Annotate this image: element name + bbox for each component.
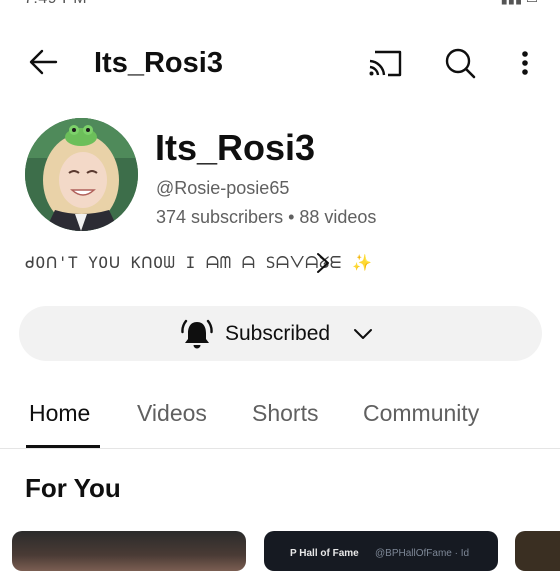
- subscribed-label[interactable]: Subscribed: [225, 322, 330, 346]
- more-vertical-icon[interactable]: [511, 46, 539, 82]
- video-card[interactable]: [515, 531, 560, 571]
- section-title: For You: [25, 473, 121, 503]
- video-card[interactable]: [12, 531, 246, 571]
- avatar-photo: [25, 118, 138, 231]
- tab-videos[interactable]: Videos: [137, 398, 207, 428]
- chevron-right-icon[interactable]: [313, 250, 333, 276]
- search-icon[interactable]: [442, 46, 478, 82]
- video-card-text: P Hall of Fame: [290, 548, 359, 559]
- channel-name: Its_Rosi3: [155, 127, 316, 168]
- back-arrow-icon[interactable]: [26, 44, 62, 80]
- tab-home[interactable]: Home: [29, 398, 90, 428]
- chevron-down-icon[interactable]: [352, 322, 374, 346]
- tab-divider: [0, 448, 560, 449]
- channel-stats: 374 subscribers • 88 videos: [156, 207, 377, 227]
- tab-shorts[interactable]: Shorts: [252, 398, 318, 428]
- bell-icon: [181, 319, 213, 349]
- tab-community[interactable]: Community: [363, 398, 479, 428]
- channel-handle: @Rosie-posie65: [156, 178, 290, 198]
- channel-avatar[interactable]: [25, 118, 138, 231]
- status-time: 7:49 PM: [24, 0, 87, 8]
- status-icons: ▮▮▮ ▭: [501, 0, 538, 7]
- cast-icon[interactable]: [366, 48, 404, 80]
- header-title: Its_Rosi3: [94, 47, 223, 79]
- video-card-handle: @BPHallOfFame · Id: [375, 548, 470, 559]
